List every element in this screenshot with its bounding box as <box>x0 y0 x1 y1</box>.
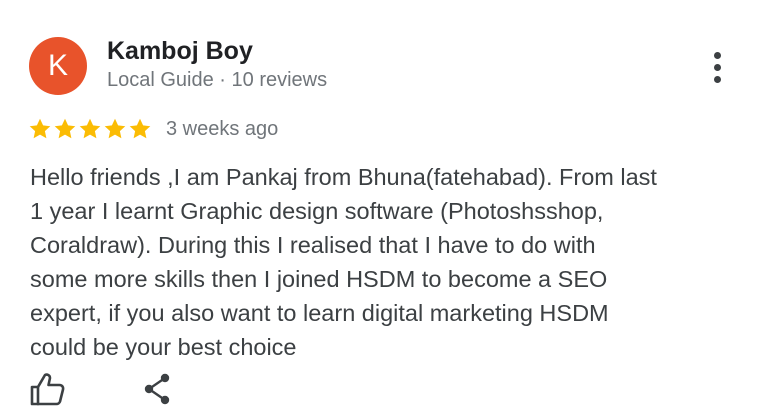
star-icon <box>129 118 151 139</box>
more-vertical-icon-dot <box>713 75 721 83</box>
review-time: 3 weeks ago <box>166 117 279 140</box>
review-line: expert, if you also want to learn digita… <box>30 300 609 326</box>
star-rating <box>28 117 152 141</box>
review-line: could be your best choice <box>30 334 297 360</box>
review-line: Hello friends ,I am Pankaj from Bhuna(fa… <box>30 164 657 190</box>
more-vertical-icon-dot <box>713 51 721 59</box>
share-icon[interactable] <box>138 370 176 408</box>
review-line: 1 year I learnt Graphic design software … <box>30 198 604 224</box>
more-vertical-icon-dot <box>713 63 721 71</box>
review-text: Hello friends ,I am Pankaj from Bhuna(fa… <box>30 160 755 364</box>
rating-row: 3 weeks ago <box>28 114 278 144</box>
star-icon <box>29 118 51 139</box>
review-line: some more skills then I joined HSDM to b… <box>30 266 608 292</box>
thumbs-up-icon[interactable] <box>28 370 66 408</box>
reviewer-meta: Local Guide · 10 reviews <box>107 69 328 91</box>
star-icon <box>79 118 101 139</box>
reviewer-name[interactable]: Kamboj Boy <box>107 37 253 66</box>
avatar[interactable]: K <box>29 37 87 95</box>
star-icon <box>104 118 126 139</box>
star-icon <box>54 118 76 139</box>
more-options-button[interactable] <box>700 50 734 84</box>
review-line: Coraldraw). During this I realised that … <box>30 232 596 258</box>
